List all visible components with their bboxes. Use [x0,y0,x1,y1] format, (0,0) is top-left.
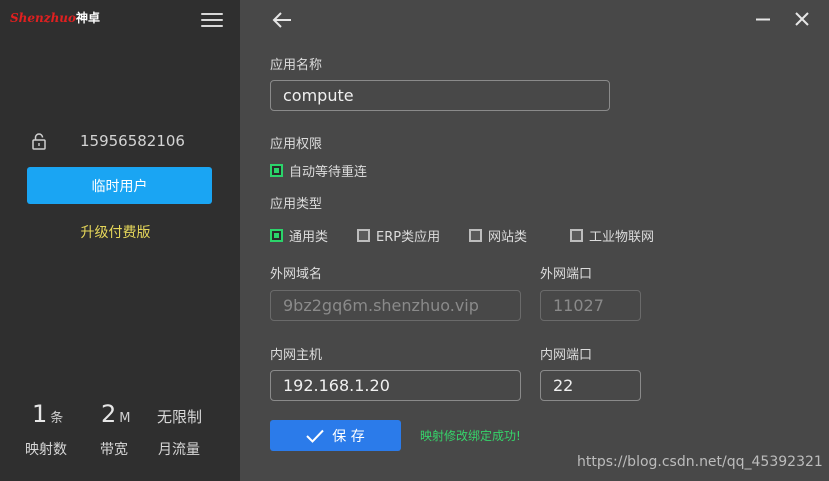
stat-mappings-unit: 条 [50,411,64,426]
external-port-input: 11027 [540,290,641,321]
internal-port-input[interactable]: 22 [540,370,641,401]
auto-reconnect-box[interactable] [270,164,283,177]
auto-reconnect-label: 自动等待重连 [289,165,368,180]
back-arrow-icon[interactable] [272,11,292,29]
success-message: 映射修改绑定成功! [420,429,521,443]
type-label: 应用类型 [270,197,323,212]
lock-icon [32,133,46,150]
type-general-checkbox[interactable]: 通用类 [270,226,328,245]
type-erp-checkbox[interactable]: ERP类应用 [357,226,440,245]
save-button[interactable]: 保 存 [270,420,401,451]
external-port-label: 外网端口 [540,267,593,282]
stat-bandwidth-label: 带宽 [100,442,128,458]
internal-host-label: 内网主机 [270,348,323,363]
internal-port-label: 内网端口 [540,348,593,363]
upgrade-link[interactable]: 升级付费版 [27,222,204,242]
internal-host-input[interactable]: 192.168.1.20 [270,370,521,401]
stat-traffic-label: 月流量 [158,442,200,458]
stat-bandwidth-unit: M [119,411,131,426]
type-general-box[interactable] [270,229,283,242]
logo-text: Shenzhuo [10,11,77,25]
stat-traffic-value: 无限制 [157,408,203,426]
minimize-icon[interactable] [756,12,770,26]
type-erp-box[interactable] [357,229,370,242]
type-iot-box[interactable] [570,229,583,242]
type-iot-checkbox[interactable]: 工业物联网 [570,226,654,245]
logo-cn: 神卓 [76,11,101,25]
stat-mappings-label: 映射数 [25,442,67,458]
external-domain-input: 9bz2gq6m.shenzhuo.vip [270,290,521,321]
permission-label: 应用权限 [270,137,323,152]
watermark: https://blog.csdn.net/qq_45392321 [577,454,823,470]
app-name-input[interactable]: compute [270,80,610,111]
stat-mappings-value: 1 [32,400,48,428]
stat-traffic: 无限制 [157,400,227,427]
close-icon[interactable] [795,12,809,26]
save-button-label: 保 存 [332,428,365,445]
check-icon [306,429,324,443]
sidebar: Shenzhuo神卓 15956582106 临时用户 升级付费版 1条 2M … [0,0,240,481]
app-logo: Shenzhuo神卓 [10,9,100,26]
app-name-label: 应用名称 [270,58,323,73]
type-website-label: 网站类 [488,230,528,245]
type-website-box[interactable] [469,229,482,242]
stat-mappings: 1条 [32,400,102,428]
temp-user-button[interactable]: 临时用户 [27,167,212,204]
account-row: 15956582106 [30,128,230,154]
account-phone: 15956582106 [80,132,185,150]
type-general-label: 通用类 [289,230,329,245]
type-erp-label: ERP类应用 [376,230,441,245]
hamburger-menu-icon[interactable] [201,13,223,29]
type-iot-label: 工业物联网 [589,230,655,245]
stat-bandwidth-value: 2 [101,400,117,428]
external-domain-label: 外网域名 [270,267,323,282]
type-website-checkbox[interactable]: 网站类 [469,226,527,245]
auto-reconnect-checkbox[interactable]: 自动等待重连 [270,161,367,180]
